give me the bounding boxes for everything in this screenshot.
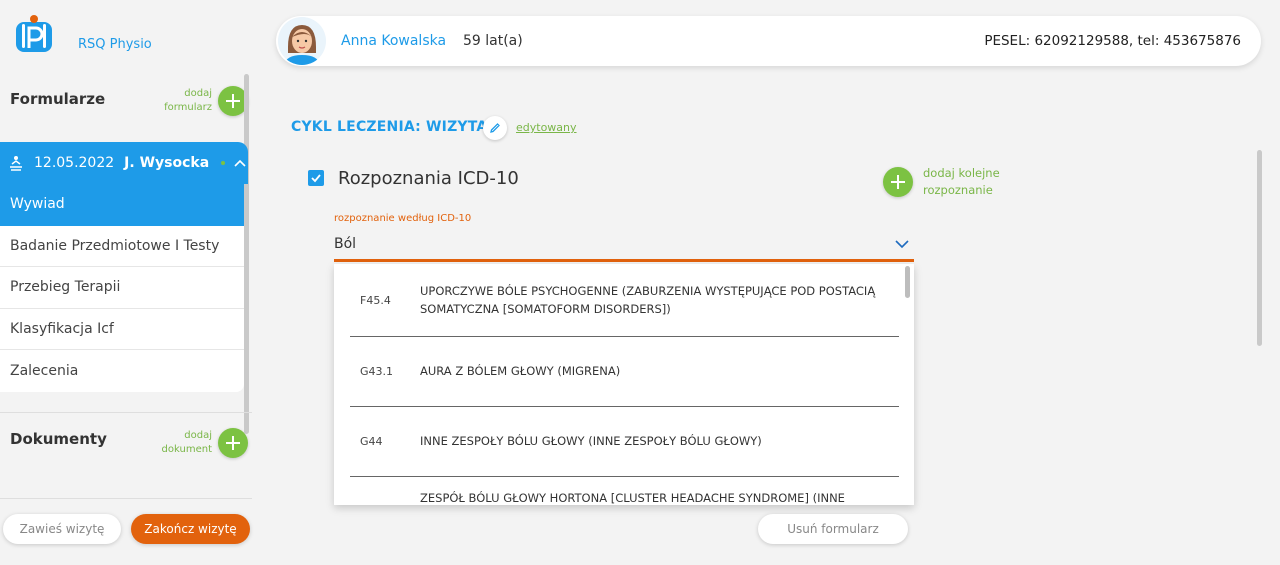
- option-text: UPORCZYWE BÓLE PSYCHOGENNE (ZABURZENIA W…: [420, 283, 876, 316]
- icd-field-label: rozpoznanie według ICD-10: [334, 213, 472, 224]
- option-text: INNE ZESPOŁY BÓLU GŁOWY (INNE ZESPOŁY BÓ…: [420, 434, 762, 449]
- visit-header[interactable]: 12.05.2022 J. Wysocka: [0, 142, 248, 184]
- add-diagnosis-button[interactable]: dodaj kolejne rozpoznanie: [883, 165, 1013, 198]
- add-document-label: dodaj dokument: [161, 429, 212, 456]
- option-code: G44: [360, 435, 383, 448]
- edit-button[interactable]: [483, 116, 507, 140]
- patient-header: Anna Kowalska 59 lat(a) PESEL: 620921295…: [276, 16, 1261, 66]
- main-scrollbar[interactable]: [1257, 150, 1262, 346]
- remove-form-button[interactable]: Usuń formularz: [758, 514, 908, 544]
- nav-item-klasyfikacja[interactable]: Klasyfikacja Icf: [0, 309, 244, 351]
- option-text: AURA Z BÓLEM GŁOWY (MIGRENA): [420, 364, 621, 379]
- option-code: G43.1: [360, 365, 394, 378]
- option-text: ZESPÓŁ BÓLU GŁOWY HORTONA [CLUSTER HEADA…: [420, 491, 845, 505]
- icd-search-input[interactable]: [334, 232, 874, 256]
- sidebar-scrollbar[interactable]: [244, 74, 249, 434]
- cycle-title: CYKL LECZENIA: WIZYTA: [291, 119, 488, 135]
- option-code: F45.4: [360, 293, 391, 307]
- documents-title: Dokumenty: [10, 430, 107, 448]
- add-form-button[interactable]: dodaj formularz: [158, 86, 248, 116]
- forms-title: Formularze: [10, 90, 106, 108]
- divider: [0, 498, 252, 499]
- treatment-icon: [10, 156, 22, 171]
- visit-date: 12.05.2022: [34, 155, 115, 171]
- icd-dropdown: F45.4 UPORCZYWE BÓLE PSYCHOGENNE (ZABURZ…: [334, 264, 914, 505]
- nav-item-wywiad[interactable]: Wywiad: [0, 184, 244, 226]
- dropdown-scrollbar[interactable]: [905, 266, 910, 298]
- icd-search-field: [334, 232, 914, 262]
- dropdown-option[interactable]: G44 INNE ZESPOŁY BÓLU GŁOWY (INNE ZESPOŁ…: [350, 407, 899, 477]
- sidebar: RSQ Physio Formularze dodaj formularz 12…: [0, 0, 252, 565]
- patient-age: 59 lat(a): [463, 33, 523, 49]
- patient-name[interactable]: Anna Kowalska: [341, 33, 446, 49]
- add-diagnosis-label: dodaj kolejne rozpoznanie: [923, 166, 1000, 197]
- dropdown-option[interactable]: G43.1 AURA Z BÓLEM GŁOWY (MIGRENA): [350, 337, 899, 407]
- pencil-icon: [490, 123, 500, 133]
- section-title: Rozpoznania ICD-10: [338, 168, 519, 189]
- finish-visit-button[interactable]: Zakończ wizytę: [131, 514, 250, 544]
- dropdown-option[interactable]: F45.4 UPORCZYWE BÓLE PSYCHOGENNE (ZABURZ…: [350, 264, 899, 337]
- app-name: RSQ Physio: [78, 37, 152, 52]
- divider: [0, 412, 252, 413]
- status-dot: [221, 161, 226, 165]
- add-document-button[interactable]: dodaj dokument: [156, 428, 248, 458]
- app-logo-icon: [16, 15, 52, 52]
- chevron-up-icon[interactable]: [233, 156, 247, 170]
- chevron-down-icon[interactable]: [894, 237, 910, 251]
- nav-item-zalecenia[interactable]: Zalecenia: [0, 350, 244, 392]
- add-form-label: dodaj formularz: [164, 87, 212, 114]
- edited-link[interactable]: edytowany: [516, 121, 577, 134]
- visit-doctor: J. Wysocka: [124, 155, 210, 171]
- nav-item-badanie[interactable]: Badanie Przedmiotowe I Testy: [0, 226, 244, 268]
- section-checkbox[interactable]: [308, 170, 324, 186]
- suspend-visit-button[interactable]: Zawieś wizytę: [3, 514, 121, 544]
- form-nav: Wywiad Badanie Przedmiotowe I Testy Prze…: [0, 184, 244, 392]
- dropdown-option[interactable]: ZESPÓŁ BÓLU GŁOWY HORTONA [CLUSTER HEADA…: [350, 489, 899, 505]
- plus-icon: [883, 166, 913, 197]
- avatar: [278, 17, 326, 65]
- nav-item-przebieg[interactable]: Przebieg Terapii: [0, 267, 244, 309]
- check-icon: [311, 174, 321, 183]
- patient-identifiers: PESEL: 62092129588, tel: 453675876: [984, 33, 1241, 49]
- plus-icon: [218, 428, 248, 458]
